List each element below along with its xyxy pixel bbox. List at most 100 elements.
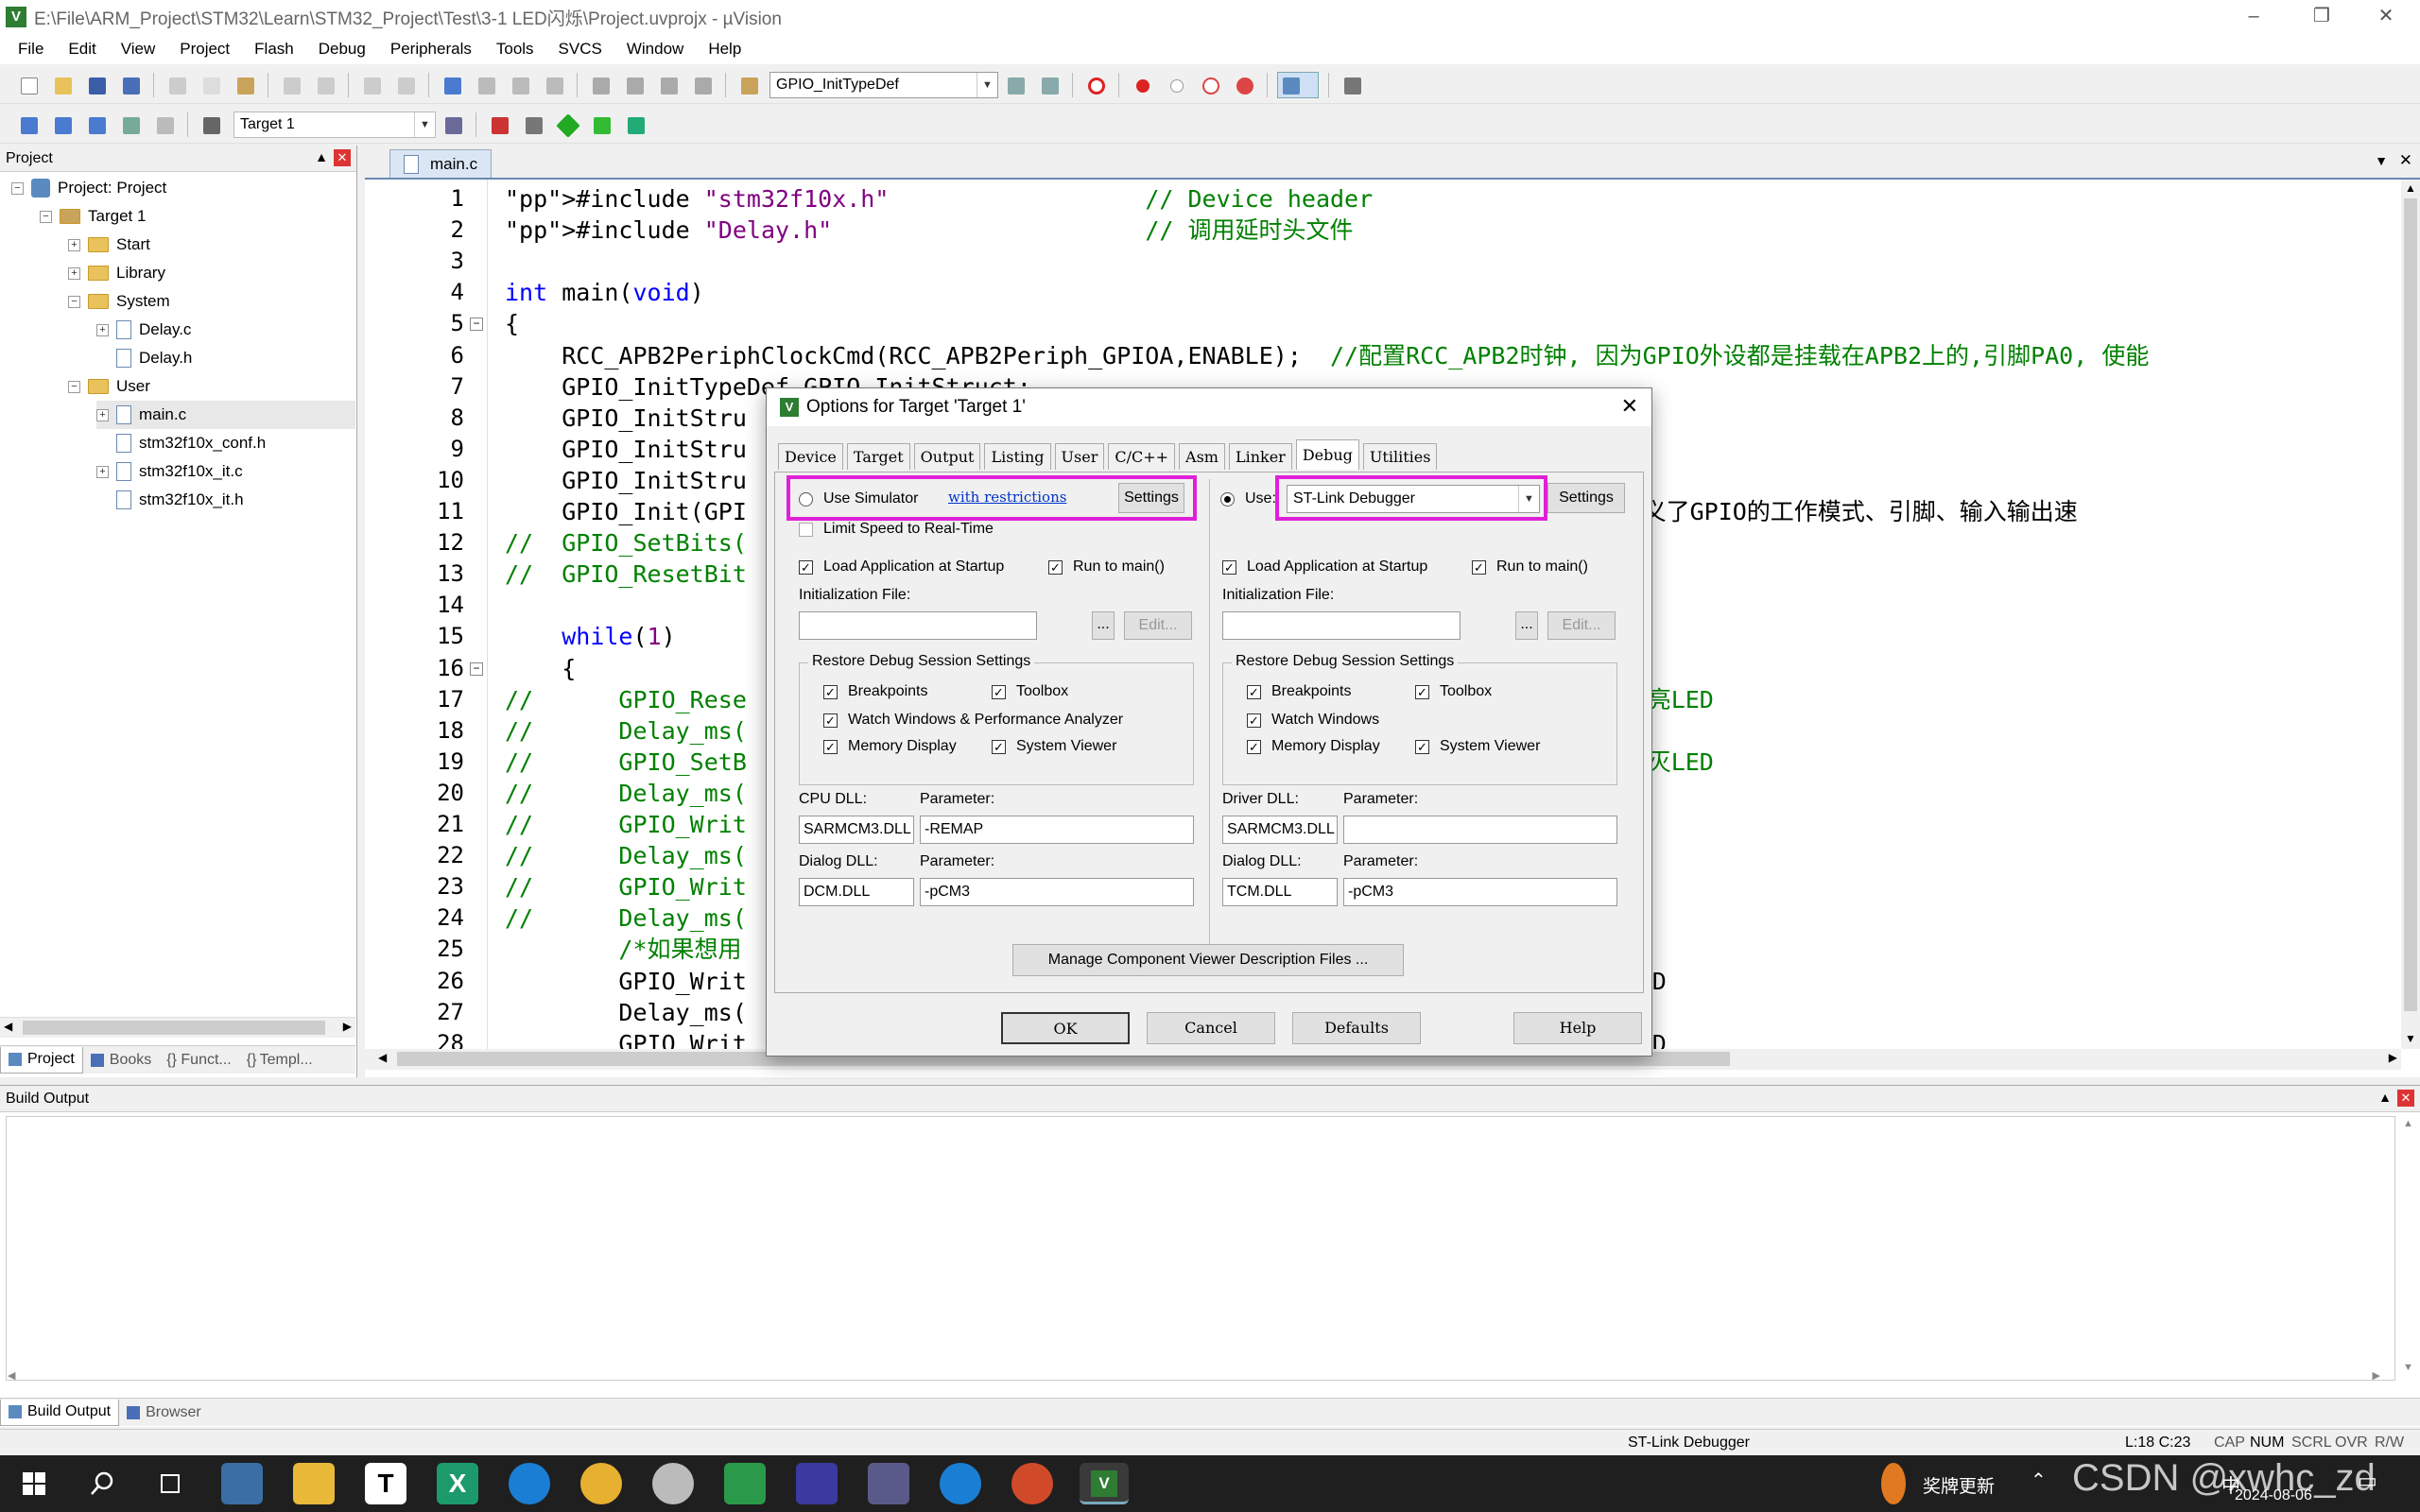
manage-runtime-icon[interactable] [520, 112, 546, 138]
typora-icon[interactable]: T [365, 1463, 406, 1504]
watch-windows-checkbox[interactable]: ✓ [823, 713, 838, 728]
tab-linker[interactable]: Linker [1228, 443, 1292, 470]
edge-icon[interactable] [509, 1463, 550, 1504]
close-window-button[interactable]: ✕ [2352, 0, 2420, 34]
menu-help[interactable]: Help [696, 40, 753, 59]
scroll-right-icon[interactable]: ▶ [343, 1020, 352, 1033]
disable-breakpoint-icon[interactable] [1163, 72, 1189, 98]
nav-back-icon[interactable] [358, 72, 385, 98]
disable-all-breakpoints-icon[interactable] [1197, 72, 1223, 98]
tab-device[interactable]: Device [778, 443, 843, 470]
prev-bookmark-icon[interactable] [473, 72, 499, 98]
memory-display-checkbox[interactable]: ✓ [823, 740, 838, 754]
tab-templates[interactable]: {} Templ... [239, 1047, 320, 1074]
task-view-icon[interactable] [149, 1463, 191, 1504]
tab-debug[interactable]: Debug [1295, 439, 1359, 470]
close-panel-icon[interactable]: ✕ [334, 149, 351, 166]
tab-listing[interactable]: Listing [984, 443, 1051, 470]
breakpoints-checkbox[interactable]: ✓ [823, 685, 838, 699]
tree-item-target[interactable]: − Target 1 [40, 202, 146, 231]
dialog-dll-input-right[interactable]: TCM.DLL [1222, 878, 1338, 906]
scroll-up-icon[interactable]: ▲ [2405, 181, 2416, 195]
tree-item-it-h[interactable]: stm32f10x_it.h [116, 486, 244, 514]
pack-installer-icon[interactable] [588, 112, 614, 138]
tab-list-icon[interactable]: ▼ [2375, 153, 2388, 168]
bookmark-icon[interactable] [439, 72, 465, 98]
vertical-scrollbar[interactable]: ▲ ▼ [2401, 180, 2420, 1049]
debug-session-icon[interactable] [1082, 72, 1109, 98]
watch-windows-checkbox-right[interactable]: ✓ [1247, 713, 1261, 728]
scroll-left-icon[interactable]: ◀ [4, 1020, 12, 1033]
scroll-right-icon[interactable]: ▶ [2373, 1369, 2380, 1382]
app-icon[interactable] [724, 1463, 766, 1504]
uvision-taskbar-icon[interactable]: V [1080, 1463, 1129, 1504]
init-file-edit-button-right[interactable]: Edit... [1547, 611, 1616, 640]
run-to-main-checkbox[interactable]: ✓ [1048, 560, 1063, 575]
scroll-up-icon[interactable]: ▲ [2403, 1118, 2413, 1129]
tree-item-delay-h[interactable]: Delay.h [116, 344, 192, 372]
tree-item-project[interactable]: − Project: Project [11, 174, 166, 202]
build-horizontal-scrollbar[interactable]: ◀ ▶ [6, 1369, 2395, 1384]
notification-app-icon[interactable] [1881, 1463, 1906, 1504]
xmind-icon[interactable]: X [437, 1463, 478, 1504]
clear-bookmarks-icon[interactable] [541, 72, 567, 98]
tab-functions[interactable]: {} Funct... [159, 1047, 238, 1074]
undo-icon[interactable] [278, 72, 304, 98]
breakpoints-checkbox-right[interactable]: ✓ [1247, 685, 1261, 699]
menu-tools[interactable]: Tools [484, 40, 546, 59]
cpu-dll-input[interactable]: SARMCM3.DLL [799, 816, 914, 844]
paste-icon[interactable] [232, 72, 258, 98]
close-dialog-icon[interactable]: ✕ [1621, 394, 1638, 419]
horizontal-scrollbar[interactable]: ◀ ▶ [0, 1017, 355, 1038]
defaults-button[interactable]: Defaults [1292, 1012, 1421, 1044]
load-app-checkbox-right[interactable]: ✓ [1222, 560, 1236, 575]
tab-output[interactable]: Output [913, 443, 981, 470]
collapse-icon[interactable]: − [68, 295, 80, 308]
run-to-main-checkbox-right[interactable]: ✓ [1472, 560, 1486, 575]
cpu-param-input[interactable]: -REMAP [920, 816, 1194, 844]
uncomment-icon[interactable] [689, 72, 716, 98]
collapse-icon[interactable]: − [11, 181, 24, 195]
tab-utilities[interactable]: Utilities [1362, 443, 1438, 470]
scroll-right-icon[interactable]: ▶ [2389, 1051, 2397, 1064]
batch-build-icon[interactable] [117, 112, 144, 138]
manage-component-viewer-button[interactable]: Manage Component Viewer Description File… [1012, 944, 1404, 976]
expand-icon[interactable]: + [68, 266, 80, 280]
translate-icon[interactable] [15, 112, 42, 138]
minimize-button[interactable]: – [2220, 0, 2288, 34]
breakpoint-icon[interactable] [1129, 72, 1155, 98]
help-button[interactable]: Help [1513, 1012, 1642, 1044]
chrome-icon[interactable] [580, 1463, 622, 1504]
unindent-icon[interactable] [621, 72, 648, 98]
expand-icon[interactable]: + [96, 465, 109, 478]
build-output-text[interactable] [6, 1116, 2395, 1381]
pin-icon[interactable]: ▲ [2378, 1090, 2392, 1105]
cut-icon[interactable] [164, 72, 190, 98]
dialog-dll-input[interactable]: DCM.DLL [799, 878, 914, 906]
collapse-icon[interactable]: − [40, 210, 52, 223]
cancel-button[interactable]: Cancel [1147, 1012, 1275, 1044]
kill-breakpoints-icon[interactable] [1231, 72, 1257, 98]
menu-flash[interactable]: Flash [242, 40, 306, 59]
tab-build-output[interactable]: Build Output [0, 1399, 120, 1426]
use-debugger-radio[interactable] [1220, 492, 1235, 507]
build-vertical-scrollbar[interactable]: ▲ ▼ [2401, 1118, 2416, 1373]
close-panel-icon[interactable]: ✕ [2397, 1090, 2414, 1107]
scroll-down-icon[interactable]: ▼ [2405, 1032, 2416, 1045]
tree-item-delay-c[interactable]: + Delay.c [96, 316, 191, 344]
open-file-icon[interactable] [49, 72, 76, 98]
dialog-param-input-right[interactable]: -pCM3 [1343, 878, 1617, 906]
expand-icon[interactable]: + [96, 323, 109, 336]
tab-c-cpp[interactable]: C/C++ [1108, 443, 1176, 470]
windows-start-icon[interactable] [13, 1463, 55, 1504]
fold-toggle-icon[interactable]: − [470, 318, 483, 332]
close-tab-icon[interactable]: ✕ [2399, 151, 2412, 170]
menu-project[interactable]: Project [167, 40, 242, 59]
ok-button[interactable]: OK [1001, 1012, 1130, 1044]
tab-user[interactable]: User [1054, 443, 1105, 470]
tab-target[interactable]: Target [846, 443, 910, 470]
save-all-icon[interactable] [117, 72, 144, 98]
expand-icon[interactable]: + [68, 238, 80, 251]
init-file-edit-button[interactable]: Edit... [1124, 611, 1192, 640]
copy-icon[interactable] [198, 72, 224, 98]
